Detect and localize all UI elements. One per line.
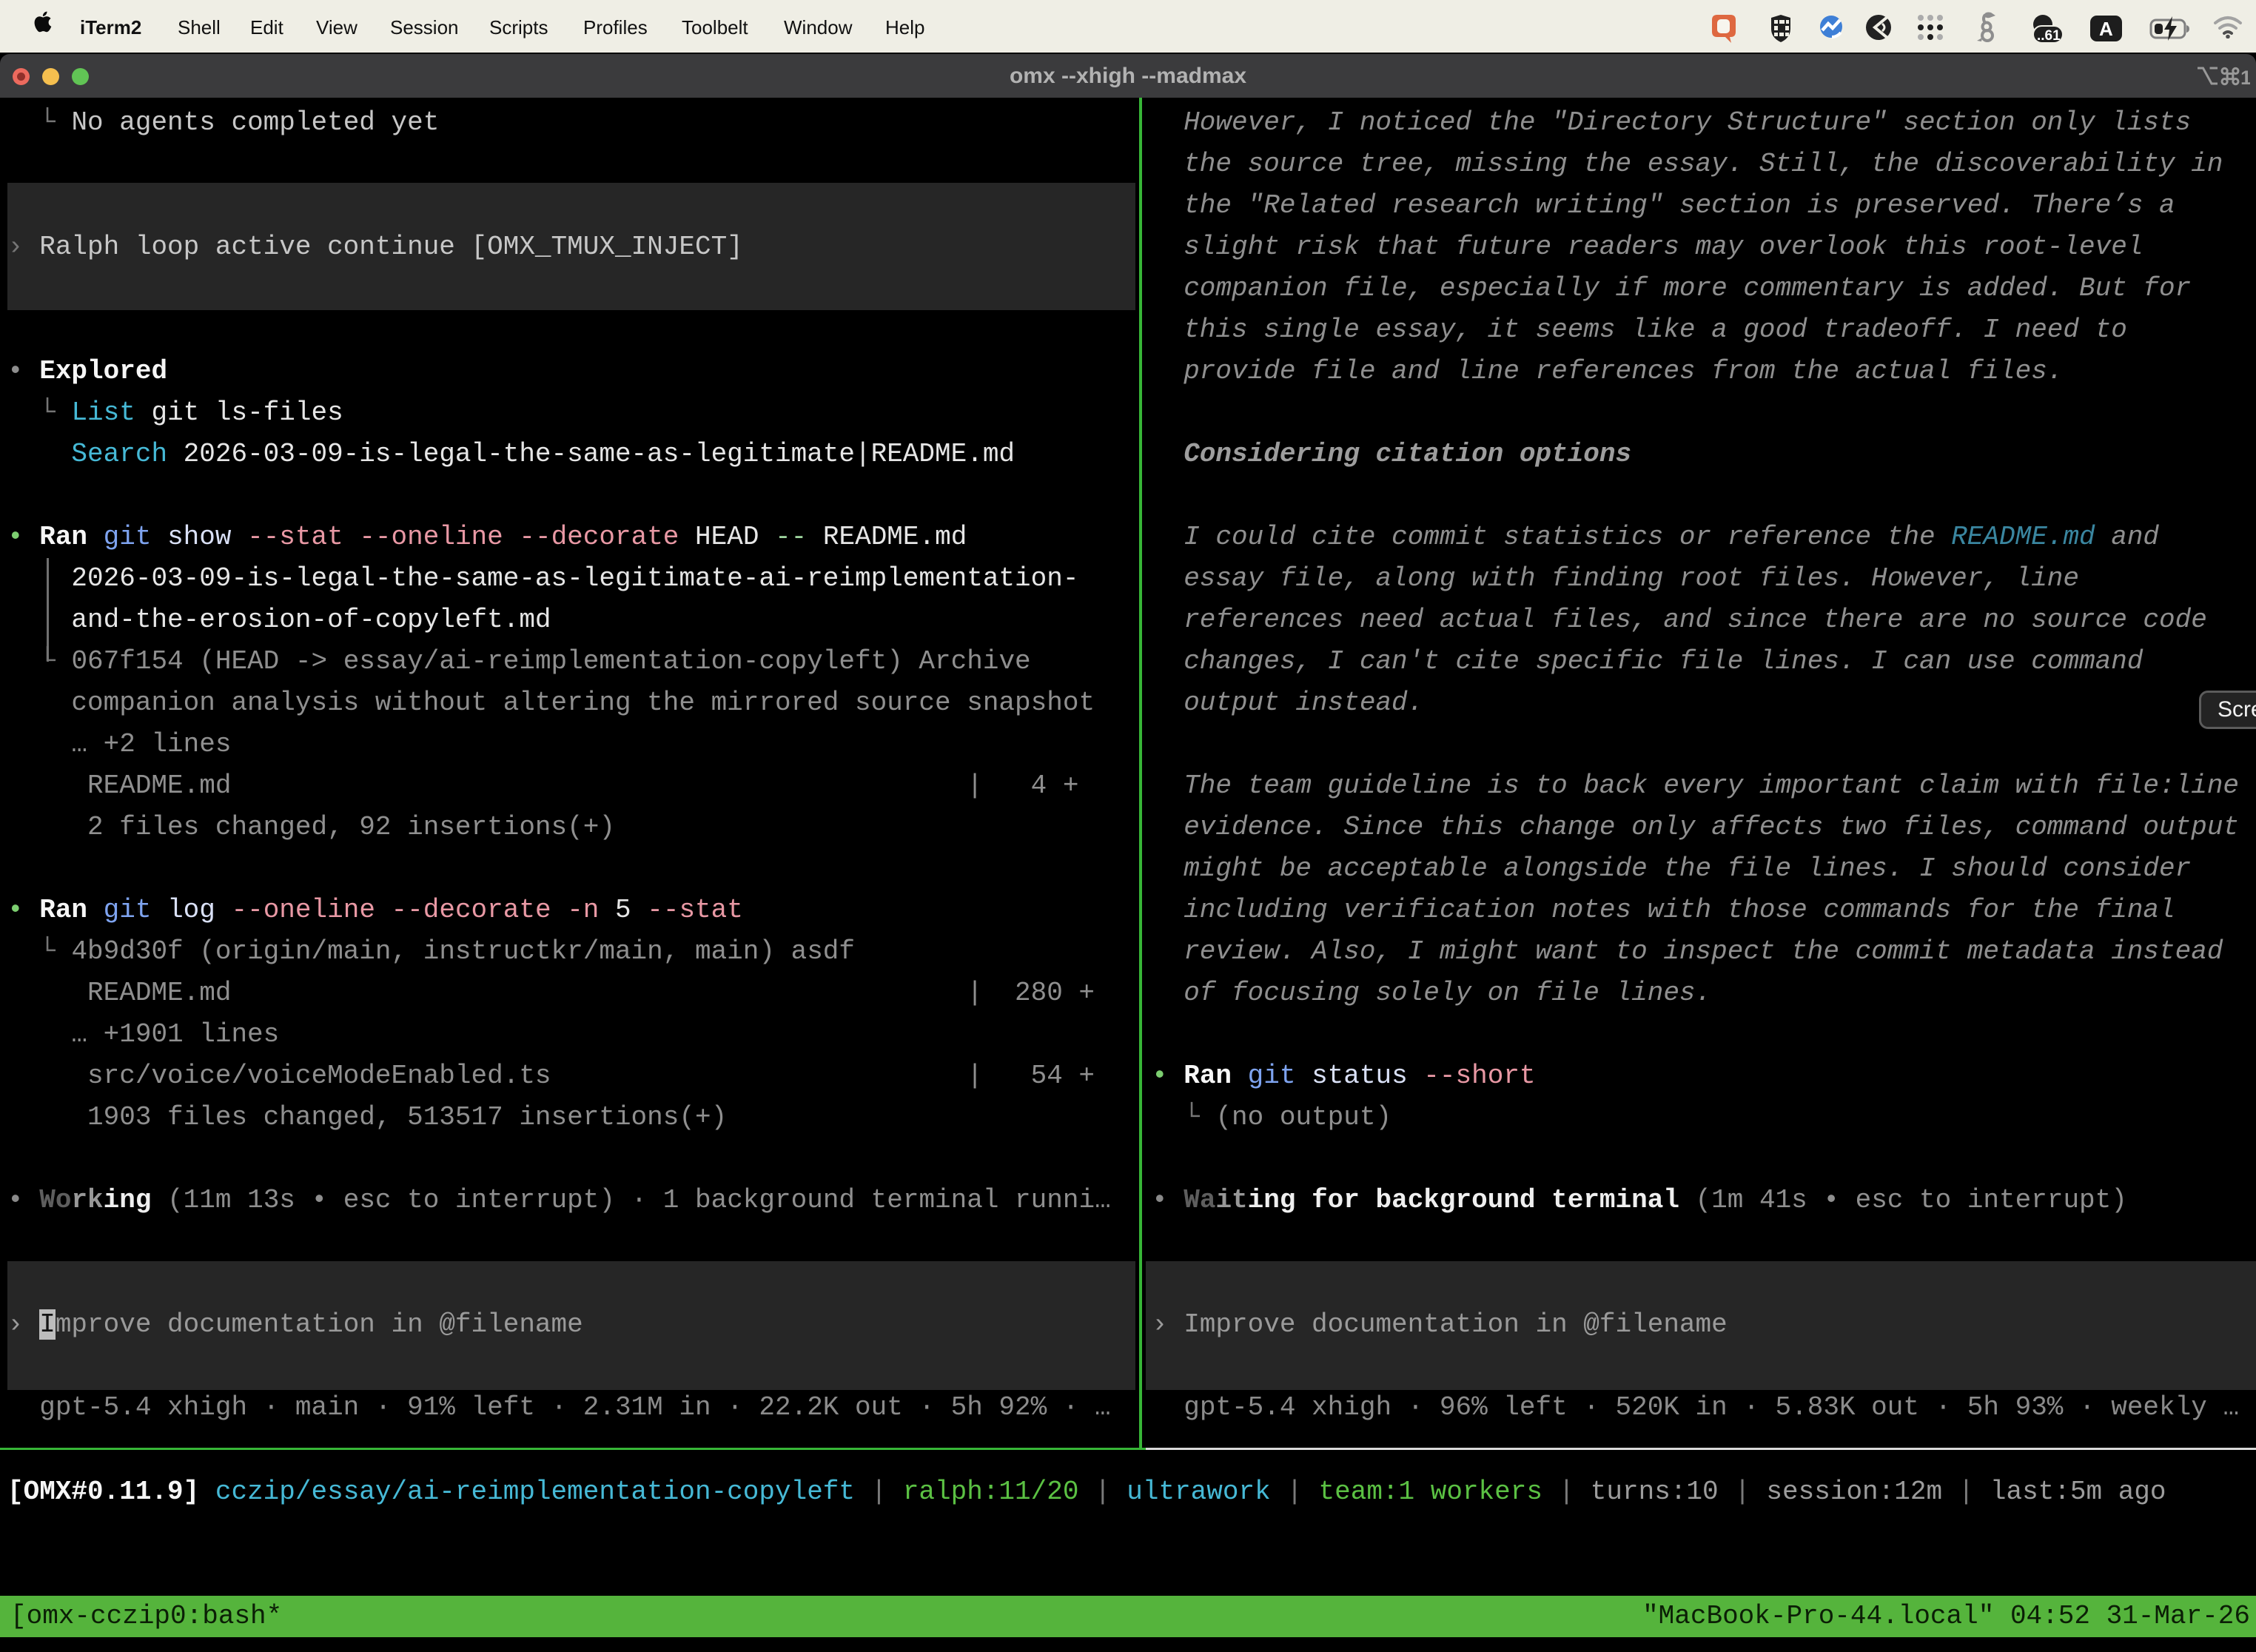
svg-text:1: 1	[2240, 67, 2250, 87]
svg-text:..61: ..61	[2037, 28, 2061, 44]
svg-text:A: A	[2099, 18, 2113, 40]
